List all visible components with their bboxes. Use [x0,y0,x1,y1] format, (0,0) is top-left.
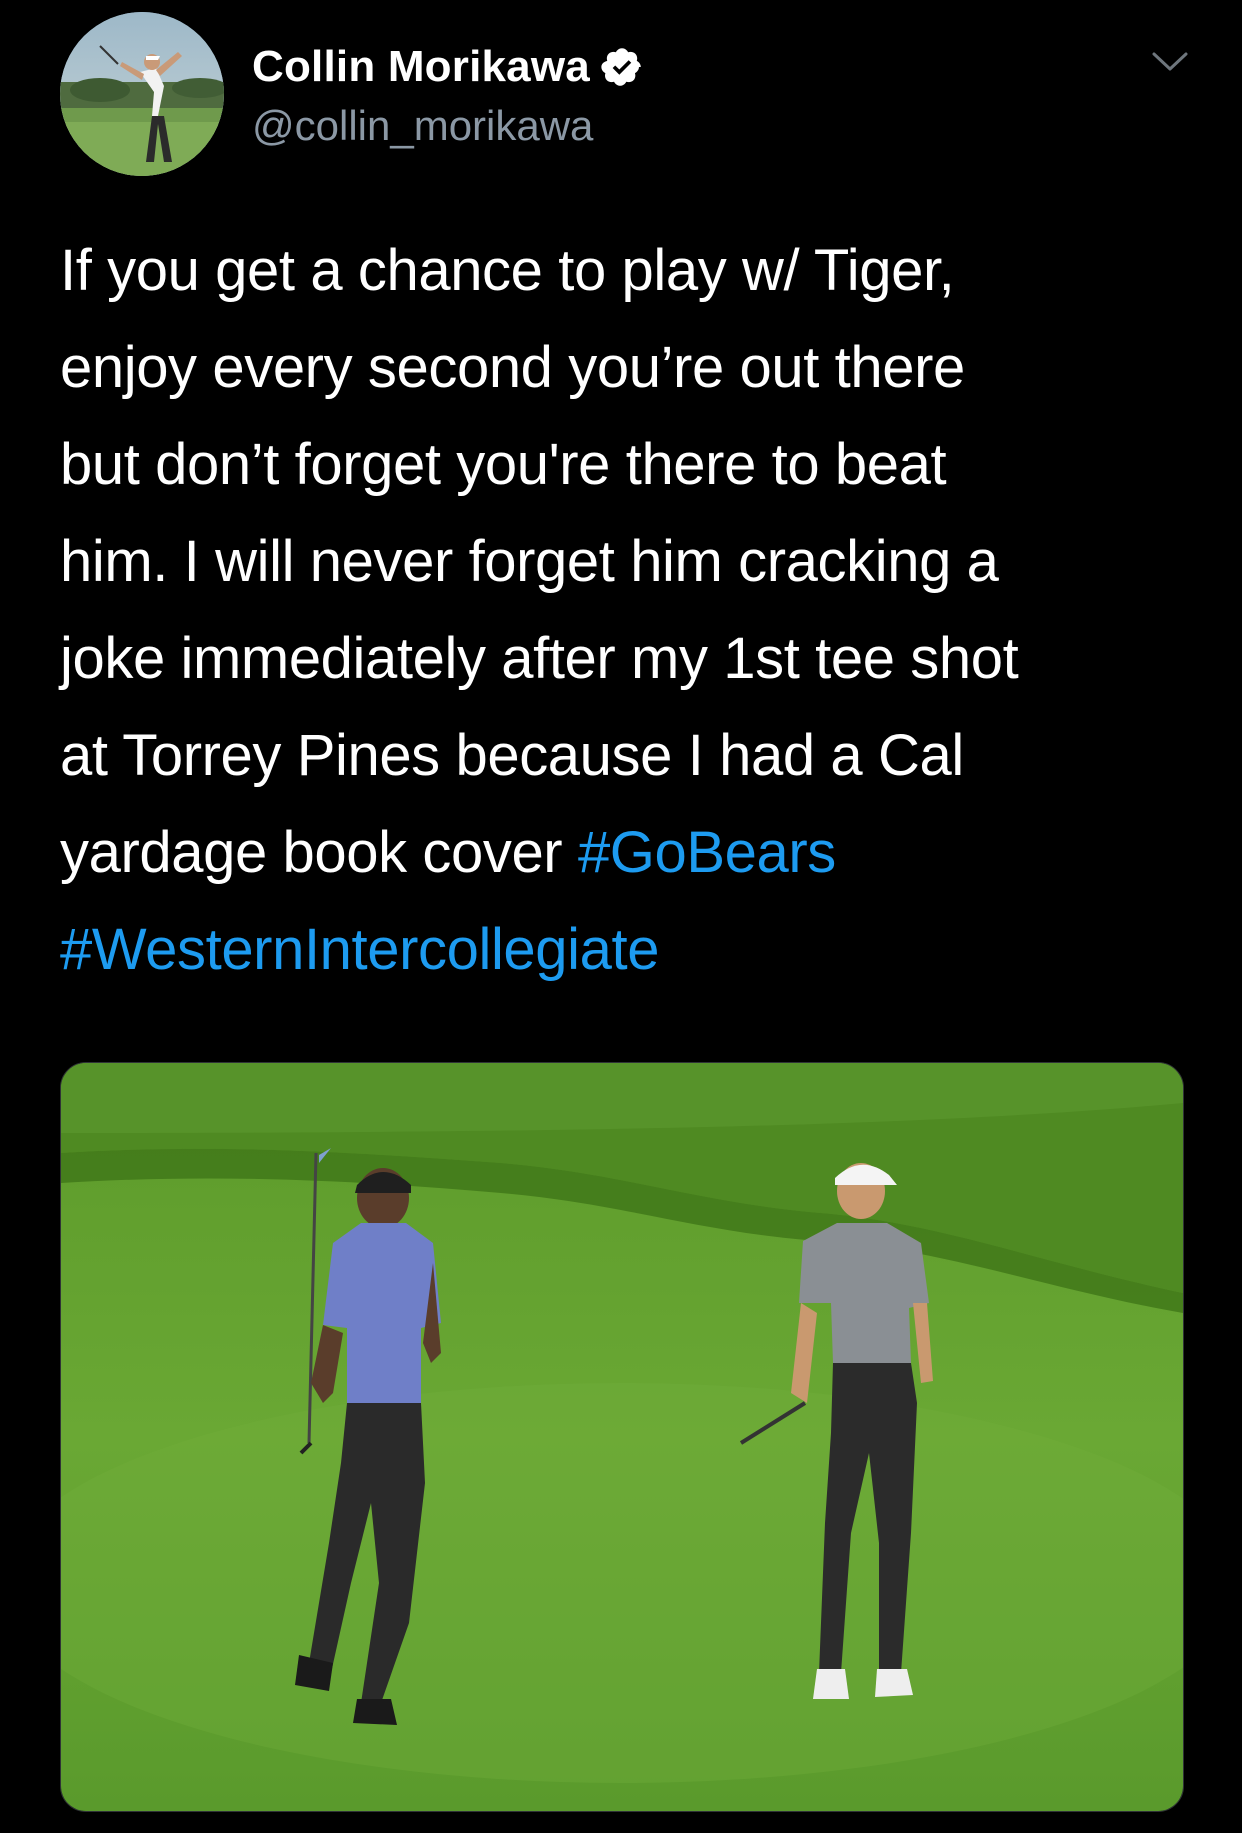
tweet-text-line: joke immediately after my 1st tee shot [60,626,1019,691]
author-handle[interactable]: @collin_morikawa [252,102,593,150]
author-display-name[interactable]: Collin Morikawa [252,42,590,92]
tweet-text-line: If you get a chance to play w/ Tiger, [60,238,955,303]
tweet-text-line: but don’t forget you're there to beat [60,432,947,497]
tweet[interactable]: Collin Morikawa @collin_morikawa If you … [0,0,1242,1833]
author-name-row[interactable]: Collin Morikawa [252,40,644,94]
tweet-text-line: him. I will never forget him cracking a [60,529,999,594]
tweet-text: If you get a chance to play w/ Tiger, en… [60,222,1190,998]
verified-badge-icon [601,48,641,86]
golf-course-photo-icon [61,1063,1183,1811]
hashtag-link-gobears[interactable]: #GoBears [578,820,836,885]
golfer-swing-avatar-icon [60,12,224,176]
tweet-photo[interactable] [60,1062,1184,1812]
tweet-text-fragment: yardage book cover [60,820,578,885]
tweet-text-line-with-hashtag: yardage book cover #GoBears [60,804,1190,901]
avatar[interactable] [60,12,224,176]
chevron-down-icon[interactable] [1150,48,1190,76]
tweet-text-line: at Torrey Pines because I had a Cal [60,723,964,788]
tweet-text-line-with-hashtag: #WesternIntercollegiate [60,901,1190,998]
hashtag-link-westernintercollegiate[interactable]: #WesternIntercollegiate [60,917,659,982]
tweet-text-line: enjoy every second you’re out there [60,335,965,400]
